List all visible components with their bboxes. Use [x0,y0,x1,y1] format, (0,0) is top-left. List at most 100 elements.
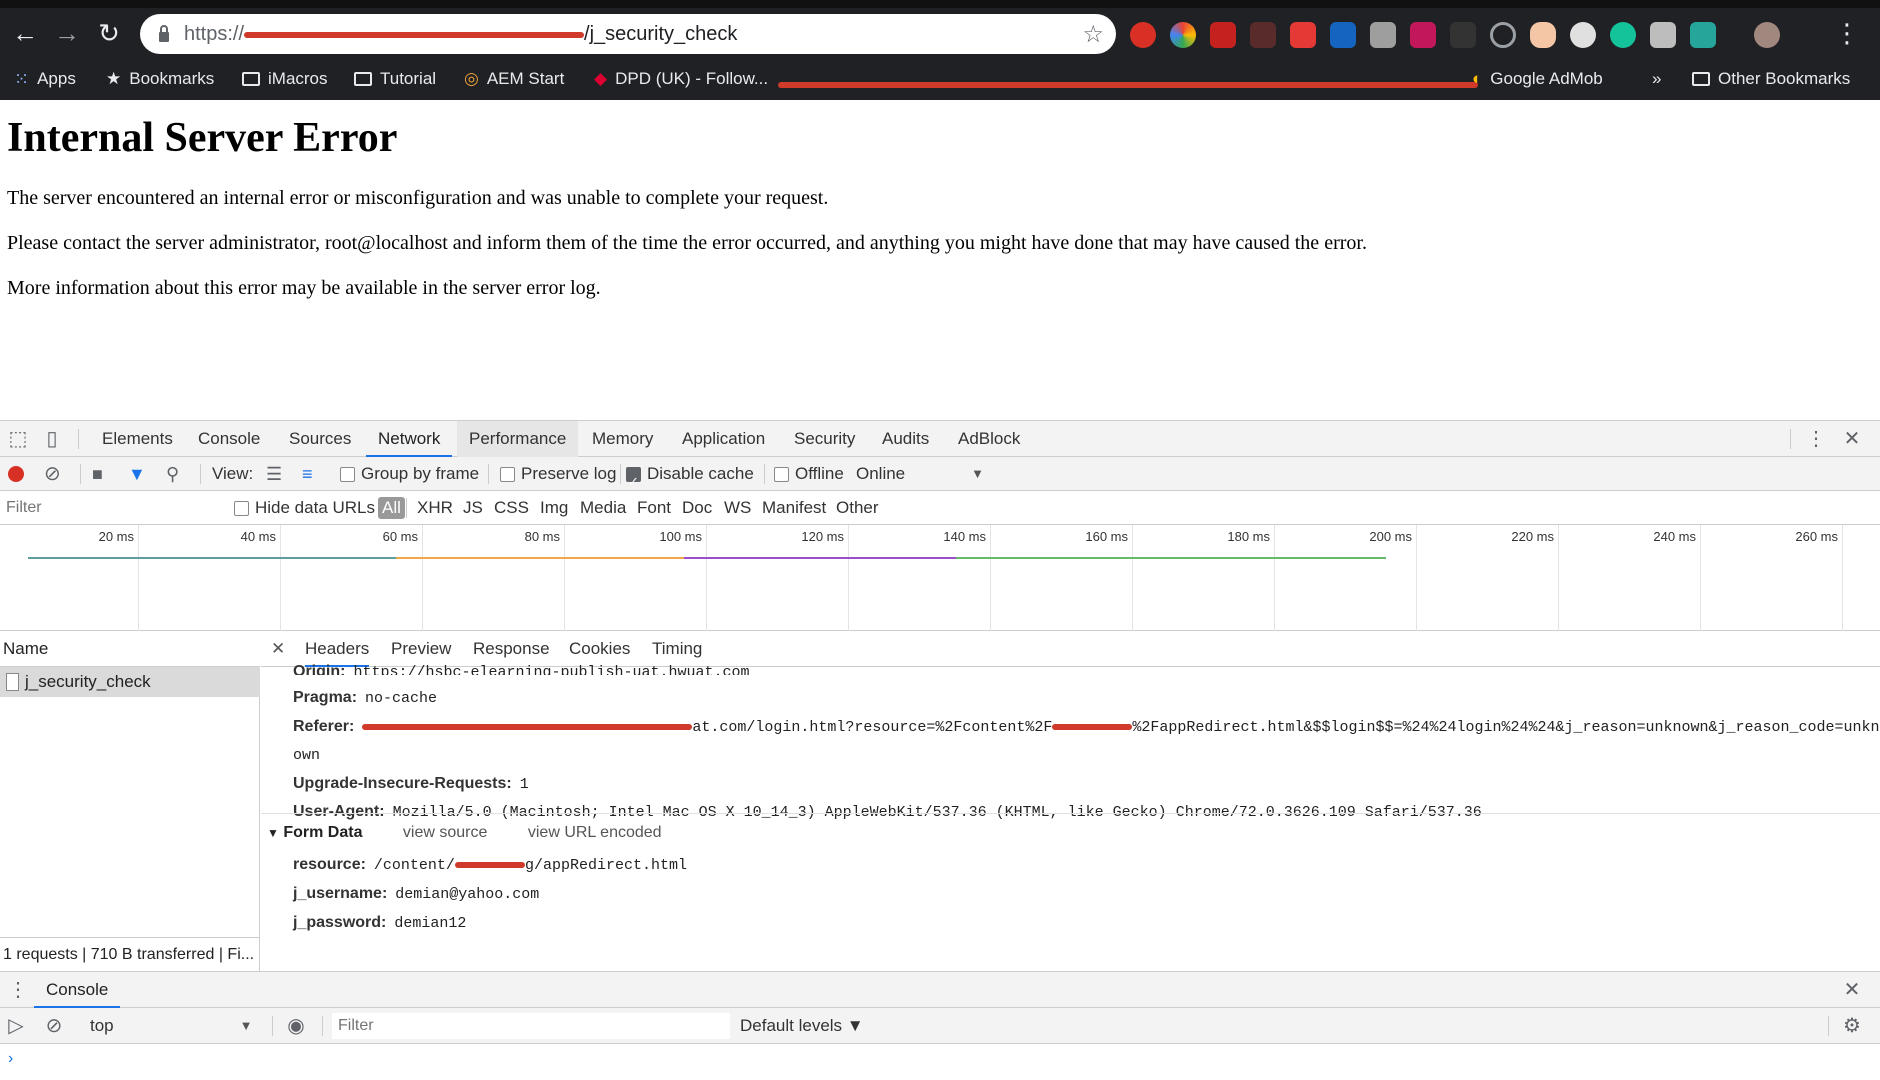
extension-bottle-icon[interactable] [1530,22,1556,48]
tab-memory[interactable]: Memory [580,421,665,457]
extension-camera-icon[interactable] [1370,22,1396,48]
page-title: Internal Server Error [7,115,398,161]
large-rows-icon[interactable]: ☰ [266,457,282,491]
name-column-header[interactable]: Name [0,631,260,667]
gear-icon[interactable]: ⚙ [1840,1014,1864,1038]
clear-console-icon[interactable]: ⊘ [42,1014,66,1038]
tab-security[interactable]: Security [782,421,867,457]
tab-timing[interactable]: Timing [652,631,702,667]
extension-n-icon[interactable] [1690,22,1716,48]
extension-circle-icon[interactable] [1570,22,1596,48]
extension-instagram-icon[interactable] [1410,22,1436,48]
eye-icon[interactable]: ◉ [284,1014,308,1038]
filter-type-js[interactable]: JS [463,491,483,525]
capture-screenshots-icon[interactable]: ■ [92,457,103,491]
throttling-select[interactable]: Online ▼ [856,457,984,491]
extension-color-icon[interactable] [1170,22,1196,48]
forward-icon[interactable]: → [52,18,82,48]
bookmark-aem-start[interactable]: ◎ AEM Start [464,66,564,92]
extension-fx-icon[interactable] [1450,22,1476,48]
close-icon[interactable]: ✕ [1840,427,1864,451]
extension-play-icon[interactable] [1210,22,1236,48]
browser-menu-icon[interactable]: ⋮ [1834,20,1860,46]
context-select[interactable]: top ▼ [90,1008,253,1044]
tab-cookies[interactable]: Cookies [569,631,630,667]
inspect-element-icon[interactable]: ⬚ [6,427,30,451]
reload-icon[interactable]: ↻ [94,18,124,48]
tab-adblock[interactable]: AdBlock [946,421,1032,457]
console-prompt[interactable]: › [8,1050,13,1068]
tab-headers[interactable]: Headers [305,631,370,667]
table-row[interactable]: j_security_check [0,667,260,697]
filter-type-all[interactable]: All [378,497,405,519]
close-icon[interactable]: ✕ [1840,978,1864,1002]
tab-performance[interactable]: Performance [457,421,579,457]
filter-type-manifest[interactable]: Manifest [762,491,826,525]
bookmark-apps[interactable]: ⁙ Apps [14,66,76,92]
bookmark-star-icon[interactable]: ☆ [1082,20,1104,49]
browser-toolbar: ← → ↻ https:///j_security_check ☆ ⋮ [0,8,1880,58]
extension-cloud-icon[interactable] [1650,22,1676,48]
tab-network[interactable]: Network [366,421,453,457]
extension-video-icon[interactable] [1290,22,1316,48]
address-bar[interactable]: https:// /j_security_check ☆ [140,14,1116,54]
filter-type-img[interactable]: Img [540,491,568,525]
view-url-encoded-link[interactable]: view URL encoded [528,824,662,841]
tab-elements[interactable]: Elements [90,421,185,457]
browser-chrome: ← → ↻ https:///j_security_check ☆ ⋮ ⁙ Ap… [0,0,1880,100]
waterfall-icon[interactable]: ≡ [302,457,313,491]
device-toolbar-icon[interactable]: ▯ [40,427,64,451]
tab-application[interactable]: Application [670,421,777,457]
bookmark-tutorial[interactable]: Tutorial [354,66,436,92]
offline-checkbox[interactable]: Offline [774,457,844,491]
filter-type-font[interactable]: Font [637,491,671,525]
extension-muted-icon[interactable] [1250,22,1276,48]
filter-icon[interactable]: ▼ [128,457,146,491]
search-icon[interactable]: ⚲ [166,457,179,491]
filter-input[interactable] [0,495,218,521]
tab-console[interactable]: Console [186,421,272,457]
tab-console-drawer[interactable]: Console [34,972,121,1008]
filter-type-xhr[interactable]: XHR [417,491,453,525]
tab-sources[interactable]: Sources [277,421,363,457]
preserve-log-checkbox[interactable]: Preserve log [500,457,616,491]
extension-sync-icon[interactable] [1490,22,1516,48]
back-icon[interactable]: ← [10,18,40,48]
drawer-menu-icon[interactable]: ⋮ [6,978,30,1002]
extension-adblock-icon[interactable] [1130,22,1156,48]
clear-icon[interactable]: ⊘ [44,457,61,491]
tab-preview[interactable]: Preview [391,631,451,667]
console-filter-input[interactable] [332,1013,730,1039]
request-detail: ✕ Headers Preview Response Cookies Timin… [261,631,1880,971]
redacted-value [1052,723,1133,730]
hide-data-urls-checkbox[interactable]: Hide data URLs [234,491,375,525]
form-data-header[interactable]: ▼ Form Data view source view URL encoded [267,824,662,842]
bookmark-google-admob[interactable]: ◐ Google AdMob [1472,66,1603,92]
bookmark-imacros[interactable]: iMacros [242,66,328,92]
log-levels-select[interactable]: Default levels ▼ [740,1008,864,1044]
bookmark-bookmarks[interactable]: ★ Bookmarks [106,66,214,92]
devtools-menu-icon[interactable]: ⋮ [1804,427,1828,451]
tab-response[interactable]: Response [473,631,550,667]
record-button[interactable] [8,457,24,491]
filter-type-other[interactable]: Other [836,491,879,525]
filter-type-media[interactable]: Media [580,491,626,525]
filter-type-ws[interactable]: WS [724,491,751,525]
extension-grammarly-icon[interactable] [1610,22,1636,48]
disable-cache-checkbox[interactable]: Disable cache [626,457,754,499]
bookmark-other-bookmarks[interactable]: Other Bookmarks [1692,66,1850,92]
header-upgrade-insecure-requests: Upgrade-Insecure-Requests: 1 [293,775,529,793]
filter-type-doc[interactable]: Doc [682,491,712,525]
extension-sk-icon[interactable] [1330,22,1356,48]
group-by-frame-checkbox[interactable]: Group by frame [340,457,479,491]
bookmark-dpd[interactable]: ◆ DPD (UK) - Follow... [594,66,768,92]
form-data-section: ▼ Form Data view source view URL encoded… [261,813,1880,932]
tab-audits[interactable]: Audits [870,421,941,457]
network-toolbar: ⊘ ■ ▼ ⚲ View: ☰ ≡ Group by frame Preserv… [0,457,1880,499]
view-source-link[interactable]: view source [403,824,487,841]
avatar[interactable] [1754,22,1780,48]
close-icon[interactable]: ✕ [271,631,285,667]
sidebar-toggle-icon[interactable]: ▷ [4,1014,28,1038]
bookmarks-overflow-button[interactable]: » [1652,66,1661,92]
filter-type-css[interactable]: CSS [494,491,529,525]
